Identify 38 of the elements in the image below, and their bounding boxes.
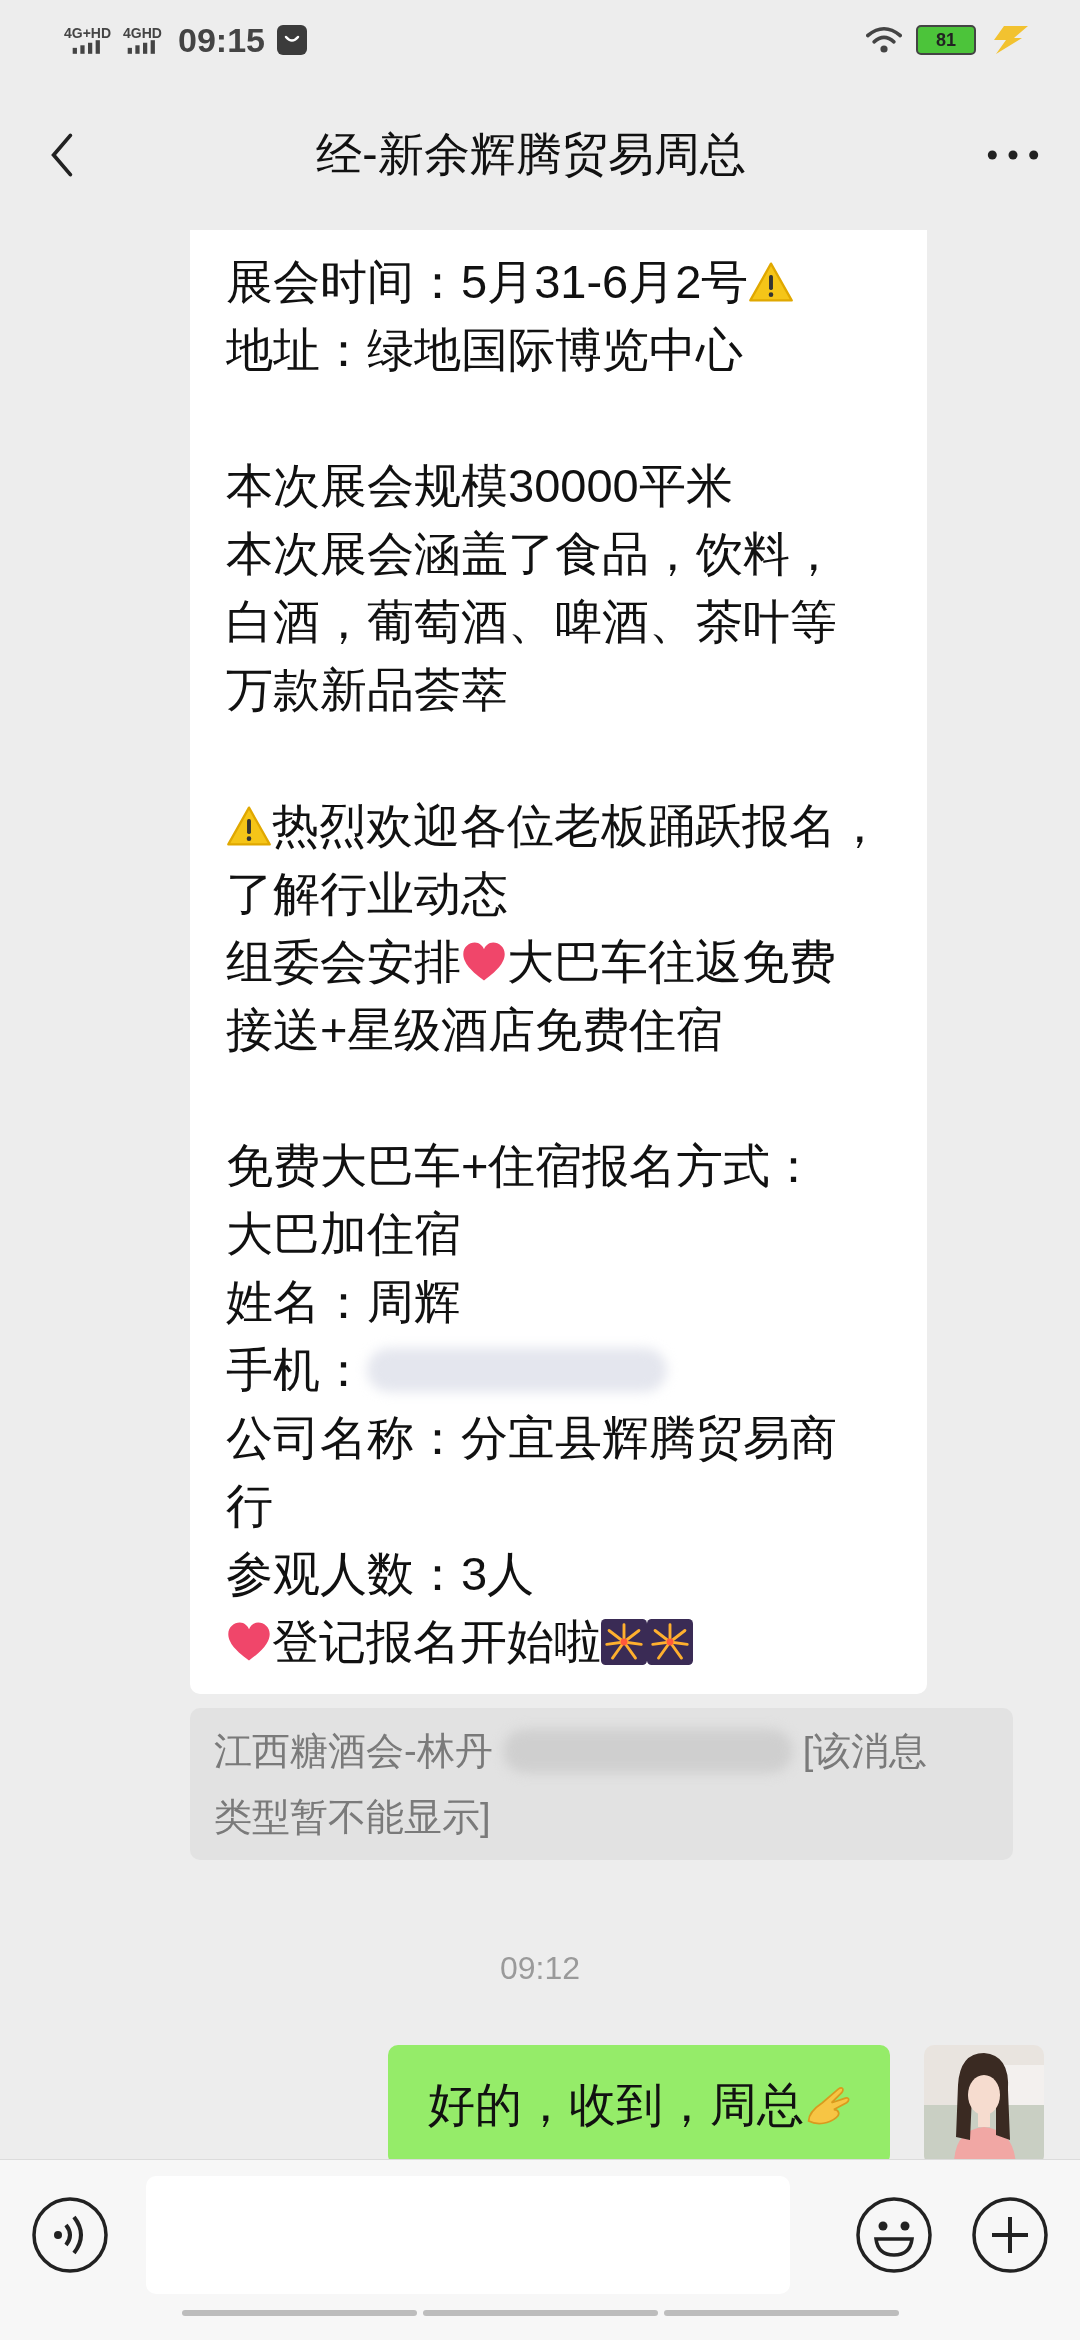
message-text: 免费大巴车+住宿报名方式： <box>226 1138 818 1194</box>
message-text: 展会时间：5月31-6月2号 <box>226 254 749 310</box>
message-text: 万款新品荟萃 <box>226 662 508 718</box>
message-text: 本次展会涵盖了食品，饮料， <box>226 526 837 582</box>
message-text: 姓名：周辉 <box>226 1274 461 1330</box>
quoted-message[interactable]: 江西糖酒会-林丹 [该消息 类型暂不能显示] <box>190 1708 1013 1860</box>
message-text: [该消息 <box>802 1728 928 1774</box>
message-text: 大巴加住宿 <box>226 1206 461 1262</box>
message-text: 热烈欢迎各位老板踊跃报名， <box>272 798 883 854</box>
chat-title: 经-新余辉腾贸易周总 <box>316 127 746 182</box>
message-text: 白酒，葡萄酒、啤酒、茶叶等 <box>226 594 837 650</box>
message-text: 参观人数：3人 <box>226 1546 535 1602</box>
message-text: 好的，收到，周总 <box>428 2077 804 2133</box>
message-text: 公司名称：分宜县辉腾贸易商 <box>226 1410 837 1466</box>
wifi-icon <box>866 25 902 55</box>
emoji-icon[interactable] <box>854 2195 934 2275</box>
fireworks-icon <box>601 1619 647 1665</box>
message-text: 组委会安排 <box>226 934 461 990</box>
message-text: 本次展会规模30000平米 <box>226 458 733 514</box>
message-text: 手机： <box>226 1342 367 1398</box>
timestamp: 09:12 <box>499 1950 581 1987</box>
status-time: 09:15 <box>178 20 265 60</box>
add-icon[interactable] <box>970 2195 1050 2275</box>
more-icon[interactable] <box>986 148 1040 162</box>
message-text: 江西糖酒会-林丹 <box>214 1728 493 1774</box>
message-text: 接送+星级酒店免费住宿 <box>226 1002 724 1058</box>
message-text: 类型暂不能显示] <box>214 1794 491 1840</box>
network-label: 4GHD <box>123 26 162 40</box>
message-text: 了解行业动态 <box>226 866 508 922</box>
fireworks-icon <box>647 1619 693 1665</box>
network-label: 4G+HD <box>64 26 112 40</box>
voice-icon[interactable] <box>30 2195 110 2275</box>
message-text: 地址：绿地国际博览中心 <box>226 322 743 378</box>
message-text: 登记报名开始啦 <box>272 1614 601 1670</box>
battery-percentage: 81 <box>936 29 956 51</box>
notification-icon <box>276 25 307 55</box>
message-text: 大巴车往返免费 <box>507 934 836 990</box>
message-text: 行 <box>226 1478 273 1534</box>
